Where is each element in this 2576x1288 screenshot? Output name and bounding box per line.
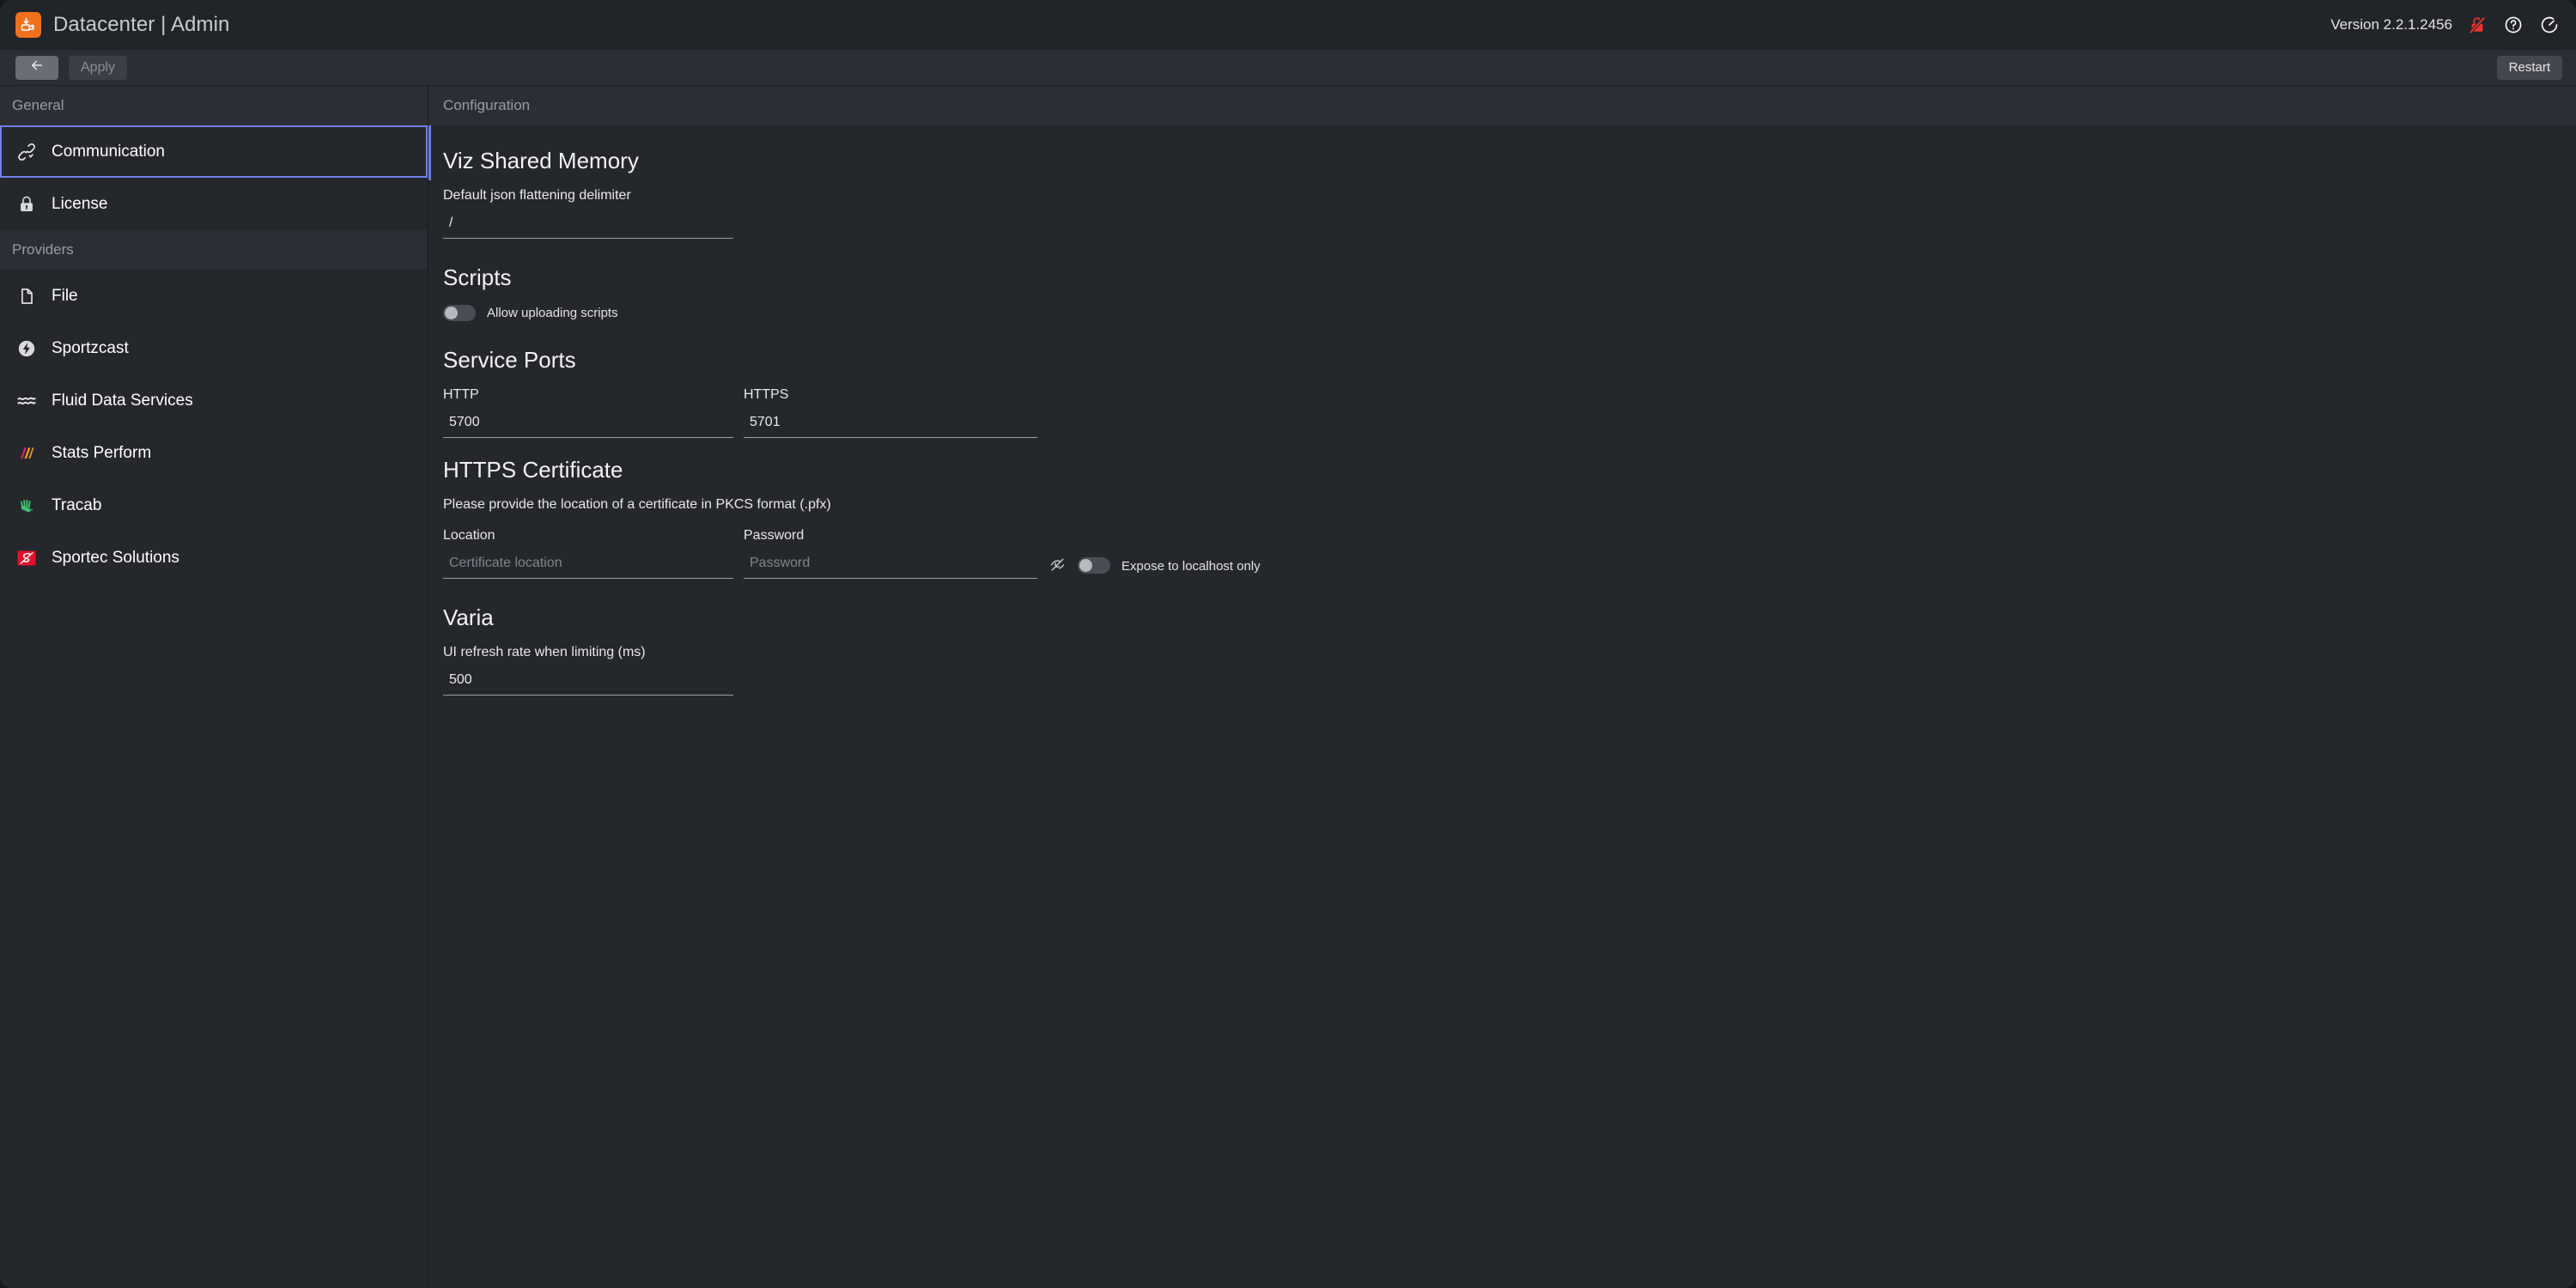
link-check-icon bbox=[15, 141, 38, 163]
waves-icon bbox=[15, 390, 38, 412]
sidebar-item-stats-perform[interactable]: Stats Perform bbox=[0, 427, 428, 479]
http-field: HTTP bbox=[443, 387, 733, 438]
toolbar: Apply Restart bbox=[0, 50, 2576, 86]
https-certificate-row: Location Password bbox=[443, 528, 2576, 579]
app-title: Datacenter | Admin bbox=[53, 13, 230, 36]
content-panel: Configuration Viz Shared Memory Default … bbox=[428, 86, 2576, 1288]
certificate-password-label: Password bbox=[744, 528, 805, 543]
https-field: HTTPS bbox=[744, 387, 1037, 438]
bolt-circle-icon bbox=[15, 337, 38, 360]
password-controls: Expose to localhost only bbox=[1048, 528, 1261, 579]
titlebar: Datacenter | Admin Version 2.2.1.2456 bbox=[0, 0, 2576, 50]
eye-off-icon[interactable] bbox=[1048, 555, 1066, 574]
sidebar-item-label: Sportec Solutions bbox=[52, 548, 179, 567]
sidebar-item-sportzcast[interactable]: Sportzcast bbox=[0, 322, 428, 374]
content-header-title: Configuration bbox=[428, 86, 2576, 125]
allow-uploading-scripts-toggle[interactable] bbox=[443, 305, 476, 321]
titlebar-right: Version 2.2.1.2456 bbox=[2330, 14, 2561, 36]
content-body: Viz Shared Memory Default json flattenin… bbox=[428, 125, 2576, 1288]
sidebar-item-label: License bbox=[52, 194, 108, 213]
sidebar-item-license[interactable]: License bbox=[0, 178, 428, 230]
section-title-https-certificate: HTTPS Certificate bbox=[443, 457, 623, 483]
lock-icon bbox=[15, 193, 38, 216]
hand-icon bbox=[15, 495, 38, 517]
section-accent-bar bbox=[428, 125, 431, 180]
stats-perform-slashes-icon bbox=[15, 442, 38, 465]
section-title-varia: Varia bbox=[443, 605, 494, 630]
sidebar-item-fluid-data-services[interactable]: Fluid Data Services bbox=[0, 374, 428, 427]
allow-uploading-scripts-label: Allow uploading scripts bbox=[487, 306, 618, 320]
titlebar-left: Datacenter | Admin bbox=[15, 12, 229, 38]
delimiter-label: Default json flattening delimiter bbox=[443, 188, 631, 203]
file-icon bbox=[15, 285, 38, 307]
https-port-input[interactable] bbox=[744, 413, 1037, 438]
app-window: Datacenter | Admin Version 2.2.1.2456 Ap… bbox=[0, 0, 2576, 1288]
certificate-location-input[interactable] bbox=[443, 554, 733, 579]
sidebar-item-sportec-solutions[interactable]: Sportec Solutions bbox=[0, 532, 428, 584]
certificate-location-field: Location bbox=[443, 528, 733, 579]
ui-refresh-rate-label: UI refresh rate when limiting (ms) bbox=[443, 645, 646, 659]
back-button[interactable] bbox=[15, 55, 58, 80]
certificate-password-input[interactable] bbox=[744, 554, 1037, 579]
service-ports-row: HTTP HTTPS bbox=[443, 387, 2576, 438]
ui-refresh-rate-input[interactable] bbox=[443, 671, 733, 696]
sidebar-item-label: Tracab bbox=[52, 495, 102, 514]
https-label: HTTPS bbox=[744, 387, 789, 402]
toggle-knob bbox=[445, 307, 458, 319]
expose-localhost-label: Expose to localhost only bbox=[1121, 559, 1261, 574]
version-label: Version 2.2.1.2456 bbox=[2330, 16, 2452, 33]
sidebar-item-communication[interactable]: Communication bbox=[0, 125, 428, 178]
section-title-viz-shared-memory: Viz Shared Memory bbox=[443, 148, 639, 173]
apply-button[interactable]: Apply bbox=[69, 55, 128, 80]
import-box-icon bbox=[15, 12, 41, 38]
sidebar-item-label: File bbox=[52, 286, 78, 305]
http-label: HTTP bbox=[443, 387, 479, 402]
sidebar-group-header-general: General bbox=[0, 86, 428, 125]
help-circle-icon[interactable] bbox=[2502, 14, 2524, 36]
certificate-location-label: Location bbox=[443, 528, 495, 543]
speedometer-icon[interactable] bbox=[2538, 14, 2561, 36]
sidebar-item-label: Fluid Data Services bbox=[52, 391, 193, 410]
expose-localhost-toggle[interactable] bbox=[1078, 557, 1110, 574]
sidebar: General Communication License Providers … bbox=[0, 86, 428, 1288]
http-port-input[interactable] bbox=[443, 413, 733, 438]
sidebar-item-label: Sportzcast bbox=[52, 338, 129, 357]
delimiter-input-wrap bbox=[443, 214, 733, 239]
sidebar-item-tracab[interactable]: Tracab bbox=[0, 479, 428, 532]
body-split: General Communication License Providers … bbox=[0, 86, 2576, 1288]
sidebar-item-file[interactable]: File bbox=[0, 270, 428, 322]
allow-uploading-scripts-row: Allow uploading scripts bbox=[443, 305, 2576, 321]
section-title-scripts: Scripts bbox=[443, 264, 512, 290]
certificate-password-field: Password bbox=[744, 528, 1037, 579]
sidebar-group-header-providers: Providers bbox=[0, 230, 428, 270]
sidebar-item-label: Communication bbox=[52, 142, 165, 161]
sidebar-item-label: Stats Perform bbox=[52, 443, 152, 462]
arrow-left-icon bbox=[29, 58, 45, 77]
sportec-logo-icon bbox=[15, 547, 38, 569]
restart-button[interactable]: Restart bbox=[2496, 55, 2562, 80]
https-certificate-description: Please provide the location of a certifi… bbox=[443, 497, 831, 512]
delimiter-input[interactable] bbox=[443, 214, 733, 239]
toggle-knob bbox=[1079, 559, 1092, 572]
ui-refresh-rate-wrap bbox=[443, 671, 733, 696]
lock-disabled-icon[interactable] bbox=[2466, 14, 2488, 36]
section-title-service-ports: Service Ports bbox=[443, 347, 576, 373]
